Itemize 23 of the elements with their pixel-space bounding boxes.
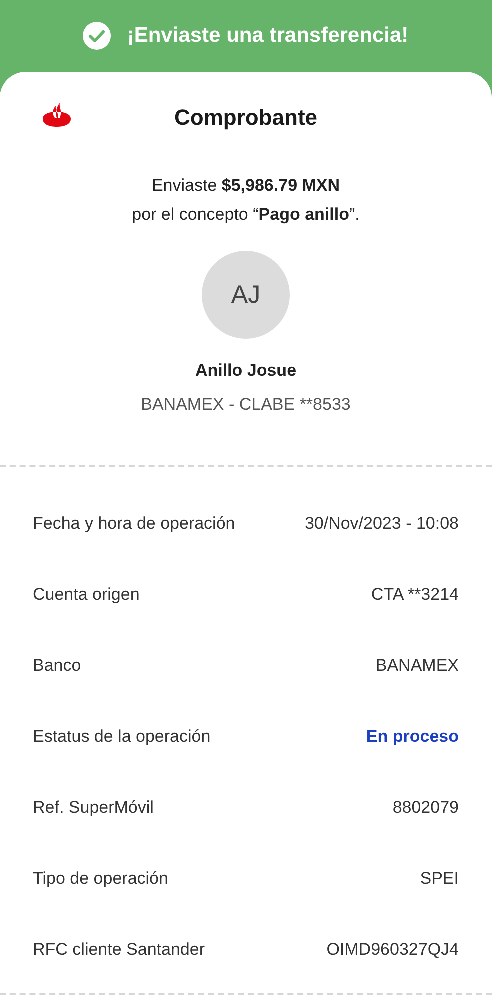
receipt-title: Comprobante [174,105,318,131]
recipient-name: Anillo Josue [194,361,298,381]
detail-label: Cuenta origen [33,584,140,604]
detail-value: OIMD960327QJ4 [326,940,459,960]
check-circle-icon [83,22,112,50]
avatar: AJ [202,251,290,339]
detail-label: RFC cliente Santander [33,940,205,960]
detail-label: Banco [33,656,82,676]
detail-value: BANAMEX [376,656,459,676]
summary-text: Enviaste $5,986.79 MXN [152,176,340,196]
detail-value: SPEI [420,868,459,888]
detail-label: Estatus de la operación [33,726,211,746]
summary-text: por el concepto “Pago anillo”. [132,205,360,225]
banner-title: ¡Enviaste una transferencia! [127,24,409,48]
flame-logo-icon [42,102,72,128]
recipient-account: BANAMEX - CLABE **8533 [140,395,352,415]
detail-label: Fecha y hora de operación [33,514,236,534]
detail-value: CTA **3214 [371,584,459,604]
detail-value: 8802079 [392,798,459,818]
detail-value: 30/Nov/2023 - 10:08 [304,514,459,534]
status-value: En proceso [366,726,459,746]
detail-label: Tipo de operación [33,868,168,888]
detail-label: Ref. SuperMóvil [33,798,154,818]
